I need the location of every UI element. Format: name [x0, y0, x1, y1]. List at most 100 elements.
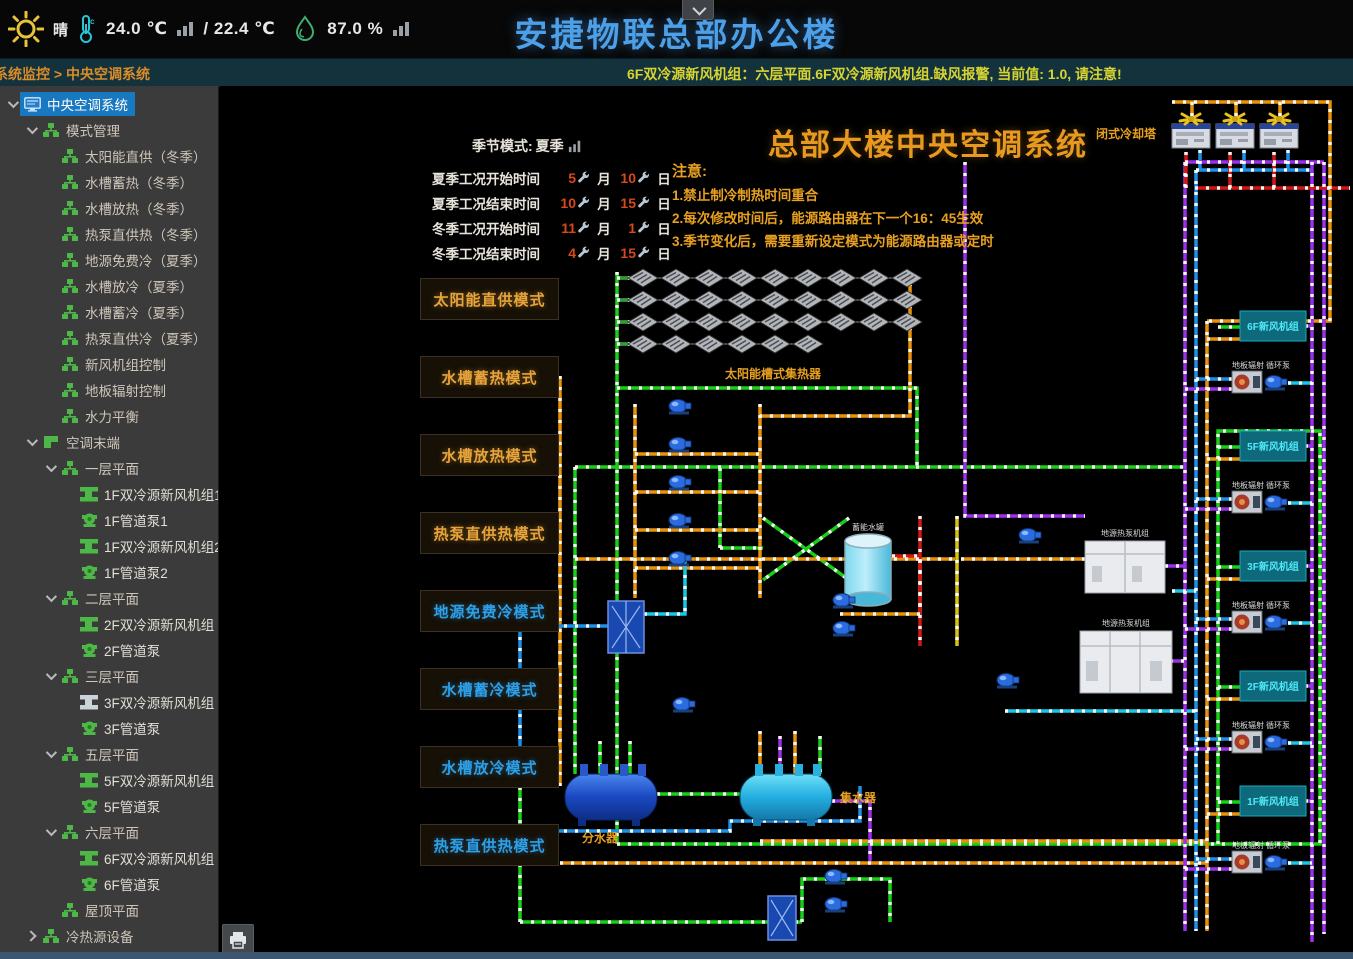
wrench-icon[interactable] [637, 246, 651, 260]
sidebar-item-太阳能直供（冬季）[interactable]: 太阳能直供（冬季） [0, 143, 218, 169]
sidebar-item-1F管道泵2[interactable]: 1F管道泵2 [0, 559, 218, 585]
wrench-icon[interactable] [637, 196, 651, 210]
sidebar-item-body[interactable]: 二层平面 [58, 586, 146, 610]
sidebar-item-label: 6F管道泵 [104, 874, 160, 894]
sidebar-item-body[interactable]: 地板辐射控制 [58, 378, 173, 402]
sidebar-item-label: 模式管理 [66, 120, 120, 140]
sidebar-item-body[interactable]: 热泵直供冷（夏季） [58, 326, 214, 350]
wrench-icon[interactable] [637, 171, 651, 185]
sidebar-item-地板辐射控制[interactable]: 地板辐射控制 [0, 377, 218, 403]
sidebar-item-6F双冷源新风机组[interactable]: 6F双冷源新风机组 [0, 845, 218, 871]
sidebar-item-body[interactable]: 水力平衡 [58, 404, 146, 428]
sidebar-item-冷热源设备[interactable]: 冷热源设备 [0, 923, 218, 949]
chevron-right-icon[interactable] [23, 932, 39, 940]
sidebar-item-五层平面[interactable]: 五层平面 [0, 741, 218, 767]
sidebar-item-body[interactable]: 6F双冷源新风机组 [77, 846, 219, 870]
sidebar-item-body[interactable]: 中央空调系统 [20, 92, 135, 116]
sidebar-item-body[interactable]: 热泵直供热（冬季） [58, 222, 214, 246]
sidebar-item-body[interactable]: 水槽蓄热（冬季） [58, 170, 200, 194]
sidebar-item-label: 水槽蓄冷（夏季） [85, 302, 193, 322]
sidebar-item-body[interactable]: 冷热源设备 [39, 924, 141, 948]
sidebar-item-body[interactable]: 太阳能直供（冬季） [58, 144, 214, 168]
sidebar-item-水槽蓄热（冬季）[interactable]: 水槽蓄热（冬季） [0, 169, 218, 195]
sidebar-item-body[interactable]: 水槽放热（冬季） [58, 196, 200, 220]
sidebar-item-模式管理[interactable]: 模式管理 [0, 117, 218, 143]
sidebar-item-body[interactable]: 模式管理 [39, 118, 127, 142]
sidebar-item-水槽蓄冷（夏季）[interactable]: 水槽蓄冷（夏季） [0, 299, 218, 325]
sidebar-item-label: 五层平面 [85, 744, 139, 764]
sidebar-item-body[interactable]: 水槽放冷（夏季） [58, 274, 200, 298]
sidebar-item-热泵直供热（冬季）[interactable]: 热泵直供热（冬季） [0, 221, 218, 247]
sidebar-item-屋顶平面[interactable]: 屋顶平面 [0, 897, 218, 923]
wrench-icon[interactable] [577, 196, 591, 210]
mode-button-7[interactable]: 水槽放冷模式 [420, 746, 559, 788]
wrench-icon[interactable] [577, 246, 591, 260]
chevron-down-icon[interactable] [23, 126, 39, 134]
wrench-icon[interactable] [577, 221, 591, 235]
sidebar-item-body[interactable]: 1F管道泵1 [77, 508, 175, 532]
mode-button-3[interactable]: 水槽放热模式 [420, 434, 559, 476]
sidebar-item-2F管道泵[interactable]: 2F管道泵 [0, 637, 218, 663]
sidebar-item-body[interactable]: 五层平面 [58, 742, 146, 766]
sidebar-item-body[interactable]: 1F双冷源新风机组2 [77, 534, 219, 558]
pump-icon [825, 870, 847, 885]
sidebar-item-3F双冷源新风机组[interactable]: 3F双冷源新风机组 [0, 689, 218, 715]
chevron-down-icon[interactable] [42, 594, 58, 602]
sidebar-item-body[interactable]: 屋顶平面 [58, 898, 146, 922]
sidebar-item-body[interactable]: 6F管道泵 [77, 872, 167, 896]
pump-icon [669, 514, 691, 529]
mode-button-6[interactable]: 水槽蓄冷模式 [420, 668, 559, 710]
sidebar-item-body[interactable]: 一层平面 [58, 456, 146, 480]
sidebar-item-body[interactable]: 六层平面 [58, 820, 146, 844]
mode-button-4[interactable]: 热泵直供热模式 [420, 512, 559, 554]
sidebar-item-新风机组控制[interactable]: 新风机组控制 [0, 351, 218, 377]
sidebar-item-body[interactable]: 空调末端 [39, 430, 127, 454]
chevron-down-icon[interactable] [42, 672, 58, 680]
sidebar-item-水力平衡[interactable]: 水力平衡 [0, 403, 218, 429]
sidebar-item-1F双冷源新风机组1[interactable]: 1F双冷源新风机组1 [0, 481, 218, 507]
sidebar-item-水槽放冷（夏季）[interactable]: 水槽放冷（夏季） [0, 273, 218, 299]
sidebar-item-body[interactable]: 5F双冷源新风机组 [77, 768, 219, 792]
mode-button-8[interactable]: 热泵直供热模式 [420, 824, 559, 866]
sidebar-item-3F管道泵[interactable]: 3F管道泵 [0, 715, 218, 741]
sidebar-item-body[interactable]: 地源免费冷（夏季） [58, 248, 214, 272]
chevron-down-icon[interactable] [42, 750, 58, 758]
sidebar-item-body[interactable]: 3F管道泵 [77, 716, 167, 740]
sidebar-item-body[interactable]: 1F管道泵2 [77, 560, 175, 584]
sidebar-item-body[interactable]: 1F双冷源新风机组1 [77, 482, 219, 506]
sidebar-item-body[interactable]: 3F双冷源新风机组 [77, 690, 219, 714]
sidebar-item-中央空调系统[interactable]: 中央空调系统 [0, 91, 218, 117]
sidebar-item-2F双冷源新风机组[interactable]: 2F双冷源新风机组 [0, 611, 218, 637]
sidebar-item-5F双冷源新风机组[interactable]: 5F双冷源新风机组 [0, 767, 218, 793]
sidebar-item-body[interactable]: 5F管道泵 [77, 794, 167, 818]
sidebar-item-二层平面[interactable]: 二层平面 [0, 585, 218, 611]
solar-panel-icon [628, 313, 658, 331]
sidebar-item-body[interactable]: 新风机组控制 [58, 352, 173, 376]
sidebar-item-5F管道泵[interactable]: 5F管道泵 [0, 793, 218, 819]
mode-button-1[interactable]: 太阳能直供模式 [420, 278, 559, 320]
sidebar-item-1F管道泵1[interactable]: 1F管道泵1 [0, 507, 218, 533]
sidebar-item-6F管道泵[interactable]: 6F管道泵 [0, 871, 218, 897]
sidebar-item-一层平面[interactable]: 一层平面 [0, 455, 218, 481]
sidebar-item-1F双冷源新风机组2[interactable]: 1F双冷源新风机组2 [0, 533, 218, 559]
sidebar-item-六层平面[interactable]: 六层平面 [0, 819, 218, 845]
sidebar-item-body[interactable]: 三层平面 [58, 664, 146, 688]
sidebar-item-body[interactable]: 2F管道泵 [77, 638, 167, 662]
sidebar-item-body[interactable]: 2F双冷源新风机组 [77, 612, 219, 636]
wrench-icon[interactable] [637, 221, 651, 235]
sidebar-item-body[interactable]: 水槽蓄冷（夏季） [58, 300, 200, 324]
chevron-down-icon[interactable] [4, 100, 20, 108]
chevron-down-icon[interactable] [42, 828, 58, 836]
collapse-header-button[interactable] [682, 0, 714, 20]
mode-button-5[interactable]: 地源免费冷模式 [420, 590, 559, 632]
chevron-down-icon[interactable] [23, 438, 39, 446]
sidebar-item-空调末端[interactable]: 空调末端 [0, 429, 218, 455]
sidebar-item-水槽放热（冬季）[interactable]: 水槽放热（冬季） [0, 195, 218, 221]
sidebar-item-热泵直供冷（夏季）[interactable]: 热泵直供冷（夏季） [0, 325, 218, 351]
sidebar-item-三层平面[interactable]: 三层平面 [0, 663, 218, 689]
sidebar-item-地源免费冷（夏季）[interactable]: 地源免费冷（夏季） [0, 247, 218, 273]
chevron-down-icon[interactable] [42, 464, 58, 472]
wrench-icon[interactable] [577, 171, 591, 185]
breadcrumb[interactable]: 系统监控 > 中央空调系统 [0, 64, 150, 84]
mode-button-2[interactable]: 水槽蓄热模式 [420, 356, 559, 398]
